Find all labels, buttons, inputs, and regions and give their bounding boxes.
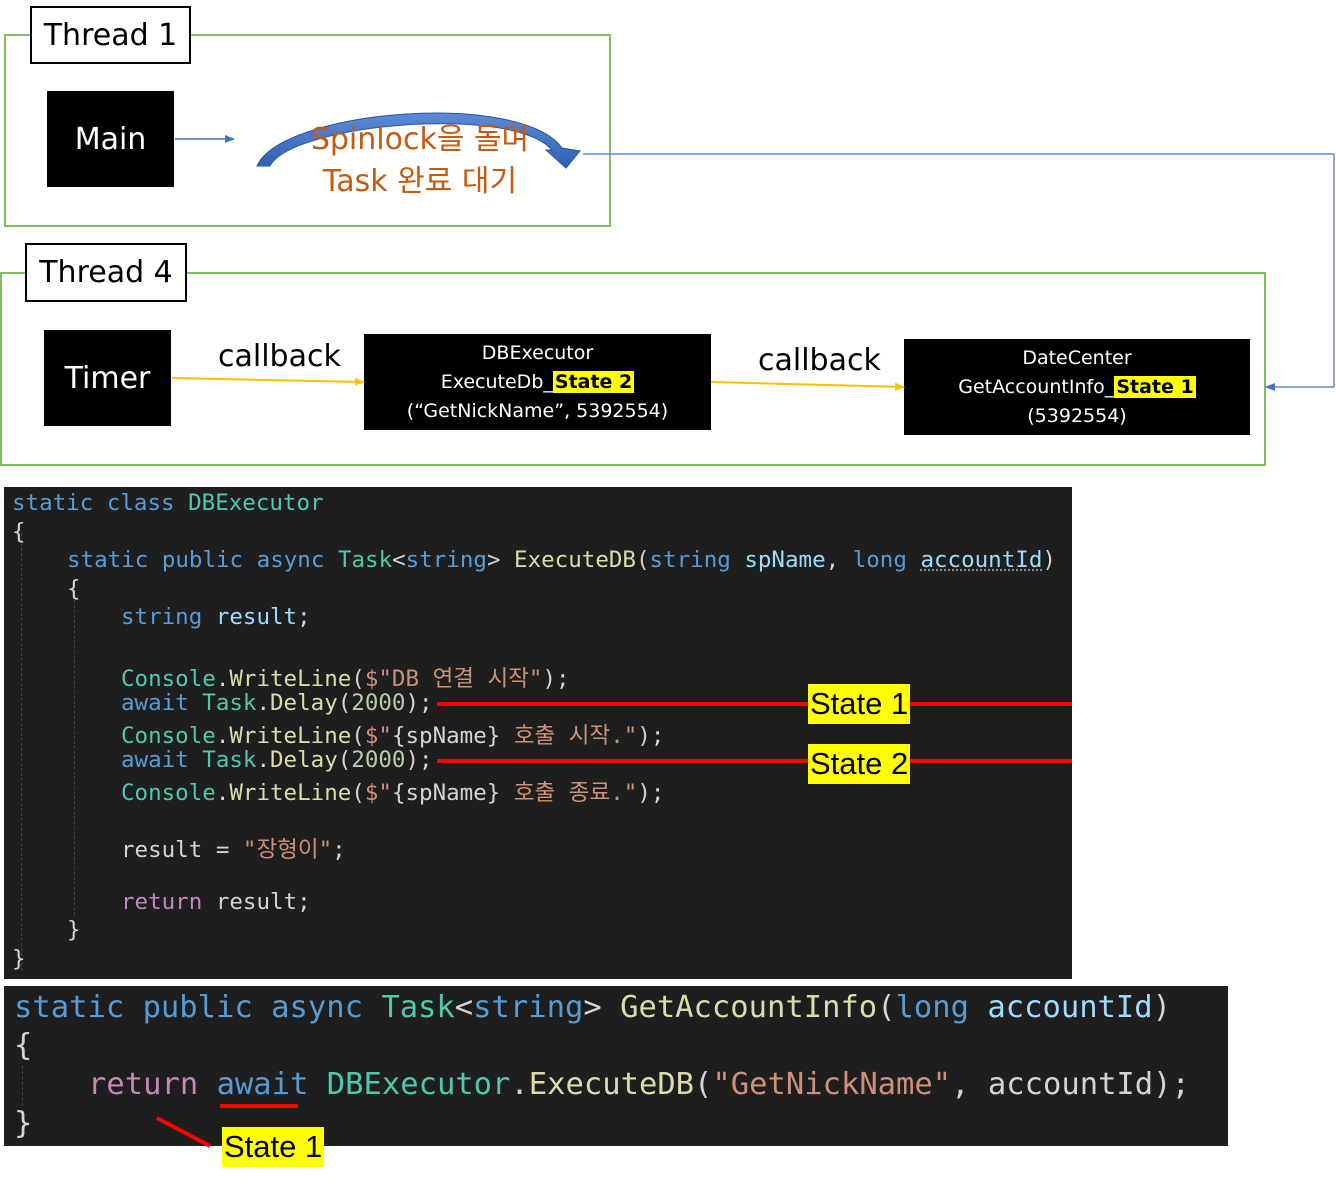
state1-marker-line bbox=[437, 702, 1072, 706]
code-line: return result; bbox=[121, 889, 311, 915]
code-line: { bbox=[14, 1028, 33, 1063]
code-line: result = "장형이"; bbox=[121, 837, 346, 863]
diagram-arrows bbox=[171, 112, 1335, 391]
state2-marker-line bbox=[437, 759, 1072, 763]
state1-callout-line bbox=[156, 1116, 211, 1148]
spinlock-caption: Spinlock을 돌며 Task 완료 대기 bbox=[290, 119, 550, 203]
code-line: return await DBExecutor.ExecuteDB("GetNi… bbox=[88, 1067, 1190, 1102]
code-line: static public async Task<string> Execute… bbox=[67, 547, 1056, 573]
spinlock-caption-line2: Task 완료 대기 bbox=[322, 164, 518, 199]
code-line: await Task.Delay(2000); bbox=[121, 747, 433, 773]
code-line: } bbox=[67, 917, 81, 943]
state1-badge: State 1 bbox=[808, 684, 911, 724]
code-line: } bbox=[12, 946, 26, 972]
arrow-timer-to-dbexecutor bbox=[171, 377, 365, 386]
code-line: } bbox=[14, 1106, 33, 1141]
state1-callout-badge: State 1 bbox=[222, 1127, 325, 1167]
code-line: string result; bbox=[121, 604, 311, 630]
spinlock-caption-line1: Spinlock을 돌며 bbox=[310, 122, 530, 157]
code-line: { bbox=[12, 519, 26, 545]
code-line: static public async Task<string> GetAcco… bbox=[14, 990, 1172, 1025]
indent-guide bbox=[21, 533, 22, 971]
state2-badge: State 2 bbox=[808, 744, 911, 784]
code-block-dbexecutor: static class DBExecutor { static public … bbox=[4, 487, 1072, 979]
indent-guide bbox=[22, 1066, 23, 1106]
code-line: Console.WriteLine($"{spName} 호출 종료."); bbox=[121, 780, 665, 806]
code-line: Console.WriteLine($"{spName} 호출 시작."); bbox=[121, 723, 665, 749]
arrow-dbexecutor-to-datecenter bbox=[710, 381, 905, 391]
code-line: await Task.Delay(2000); bbox=[121, 690, 433, 716]
await-underline bbox=[220, 1104, 298, 1108]
indent-guide bbox=[74, 590, 75, 915]
arrow-spin-to-datecenter bbox=[583, 153, 1335, 391]
code-line: Console.WriteLine($"DB 연결 시작"); bbox=[121, 666, 570, 692]
code-line: static class DBExecutor bbox=[12, 490, 324, 516]
code-line: { bbox=[67, 576, 81, 602]
